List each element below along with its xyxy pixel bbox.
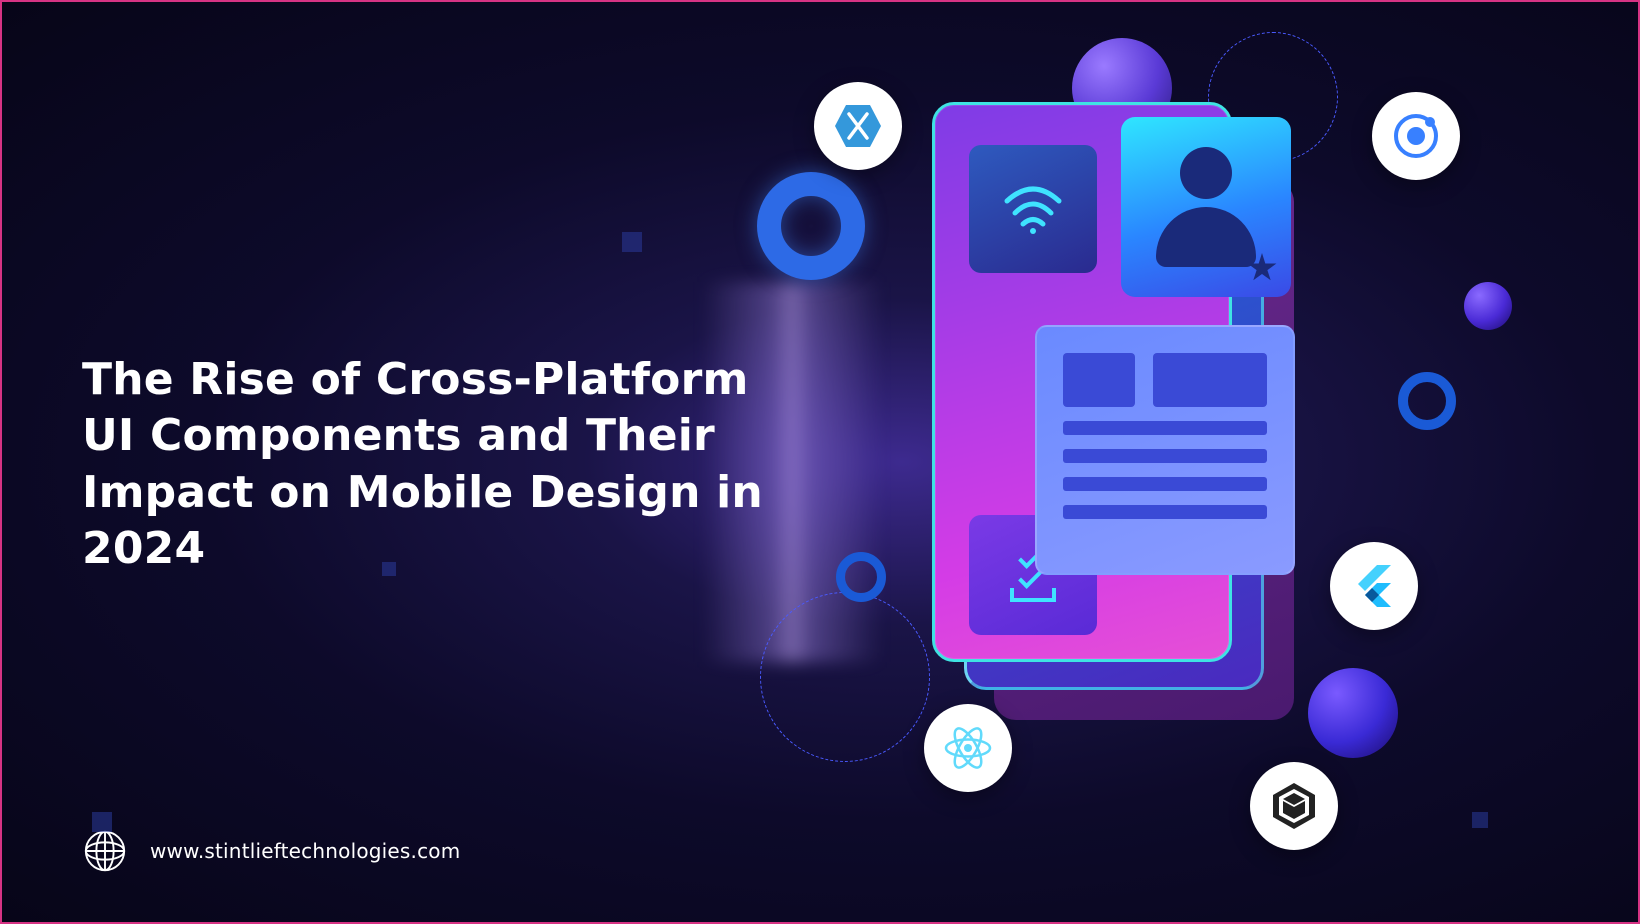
- flutter-icon: [1347, 559, 1401, 613]
- ring-decoration: [1398, 372, 1456, 430]
- flutter-badge: [1330, 542, 1418, 630]
- ring-decoration: [757, 172, 865, 280]
- footer-url: www.stintlieftechnologies.com: [150, 839, 460, 863]
- sphere-decoration: [1308, 668, 1398, 758]
- dashed-ring-decoration: [760, 592, 930, 762]
- person-icon: [1156, 147, 1256, 267]
- globe-icon: [82, 828, 128, 874]
- xamarin-badge: [814, 82, 902, 170]
- device-stack: [932, 102, 1292, 742]
- document-tile: [1035, 325, 1295, 575]
- xamarin-icon: [831, 99, 885, 153]
- illustration: [872, 72, 1572, 852]
- footer: www.stintlieftechnologies.com: [82, 828, 460, 874]
- square-decoration: [382, 562, 396, 576]
- ionic-icon: [1389, 109, 1443, 163]
- square-decoration: [1472, 812, 1488, 828]
- square-decoration: [92, 812, 112, 832]
- sphere-decoration: [1464, 282, 1512, 330]
- wifi-tile: [969, 145, 1097, 273]
- ionic-badge: [1372, 92, 1460, 180]
- avatar-tile: [1121, 117, 1291, 297]
- device-layer-front: [932, 102, 1232, 662]
- unity-icon: [1267, 779, 1321, 833]
- react-badge: [924, 704, 1012, 792]
- square-decoration: [622, 232, 642, 252]
- react-icon: [941, 721, 995, 775]
- unity-badge: [1250, 762, 1338, 850]
- download-tray-icon: [1010, 588, 1056, 602]
- wifi-icon: [1001, 179, 1065, 239]
- ring-decoration: [836, 552, 886, 602]
- headline: The Rise of Cross-Platform UI Components…: [82, 352, 802, 577]
